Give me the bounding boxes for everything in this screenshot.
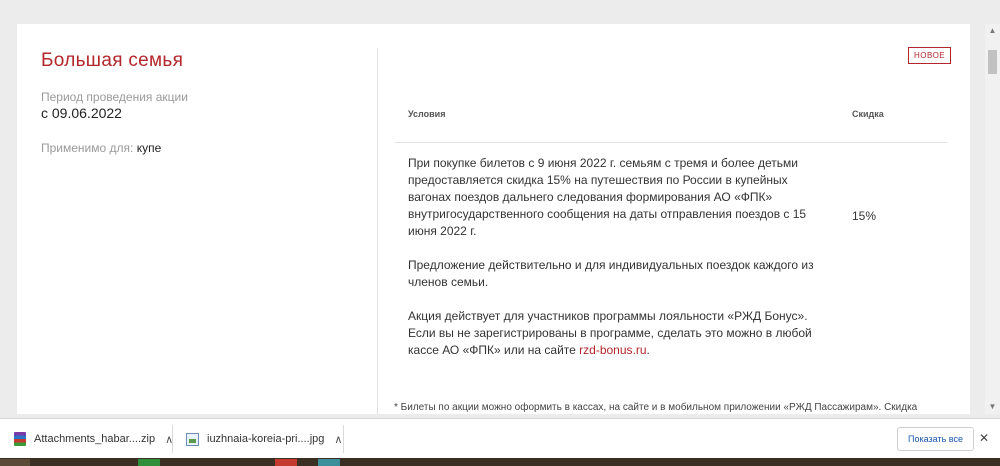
taskbar-app-icon[interactable] bbox=[138, 459, 160, 466]
scroll-thumb[interactable] bbox=[988, 50, 997, 74]
promo-card: Большая семья Период проведения акции с … bbox=[17, 24, 970, 414]
conditions-paragraph-1: При покупке билетов с 9 июня 2022 г. сем… bbox=[408, 156, 807, 238]
conditions-paragraph-3: Акция действует для участников программы… bbox=[408, 308, 828, 359]
conditions-header: Условия bbox=[408, 109, 446, 119]
discount-header: Скидка bbox=[852, 109, 884, 119]
applies-to: Применимо для: купе bbox=[41, 141, 161, 155]
taskbar-app-icon[interactable] bbox=[275, 459, 297, 466]
download-separator bbox=[172, 425, 173, 453]
promo-summary: Большая семья Период проведения акции с … bbox=[17, 24, 377, 414]
download-separator bbox=[343, 425, 344, 453]
promo-title: Большая семья bbox=[41, 50, 184, 71]
page-scrollbar[interactable]: ▲ ▼ bbox=[985, 24, 1000, 414]
taskbar bbox=[0, 458, 1000, 466]
image-file-icon bbox=[186, 432, 199, 446]
download-filename: iuzhnaia-koreia-pri....jpg bbox=[207, 433, 325, 445]
taskbar-app-icon[interactable] bbox=[318, 459, 340, 466]
conditions-text: При покупке билетов с 9 июня 2022 г. сем… bbox=[408, 155, 828, 376]
scroll-down-arrow-icon[interactable]: ▼ bbox=[985, 400, 1000, 414]
conditions-p3-end: . bbox=[646, 343, 650, 357]
download-item-zip[interactable]: Attachments_habar....zip ∧ bbox=[14, 419, 173, 459]
new-badge: НОВОЕ bbox=[908, 47, 952, 64]
download-filename: Attachments_habar....zip bbox=[34, 433, 156, 445]
conditions-paragraph-2: Предложение действительно и для индивиду… bbox=[408, 258, 814, 289]
period-label: Период проведения акции bbox=[41, 90, 188, 104]
period-value: с 09.06.2022 bbox=[41, 105, 122, 121]
show-all-downloads-button[interactable]: Показать все bbox=[897, 427, 974, 451]
download-bar: Attachments_habar....zip ∧ iuzhnaia-kore… bbox=[0, 418, 1000, 458]
taskbar-start[interactable] bbox=[0, 459, 30, 466]
header-divider bbox=[395, 142, 947, 143]
applies-value: купе bbox=[136, 141, 162, 155]
chevron-up-icon[interactable]: ∧ bbox=[334, 433, 342, 446]
archive-icon bbox=[14, 432, 26, 446]
scroll-up-arrow-icon[interactable]: ▲ bbox=[985, 24, 1000, 38]
close-icon[interactable]: ✕ bbox=[979, 431, 989, 445]
footnote: * Билеты по акции можно оформить в касса… bbox=[394, 402, 918, 413]
column-divider bbox=[377, 48, 378, 414]
rzd-bonus-link[interactable]: rzd-bonus.ru bbox=[579, 343, 646, 357]
discount-value: 15% bbox=[852, 209, 877, 223]
download-item-jpg[interactable]: iuzhnaia-koreia-pri....jpg ∧ bbox=[186, 419, 342, 459]
applies-label: Применимо для: bbox=[41, 141, 134, 155]
